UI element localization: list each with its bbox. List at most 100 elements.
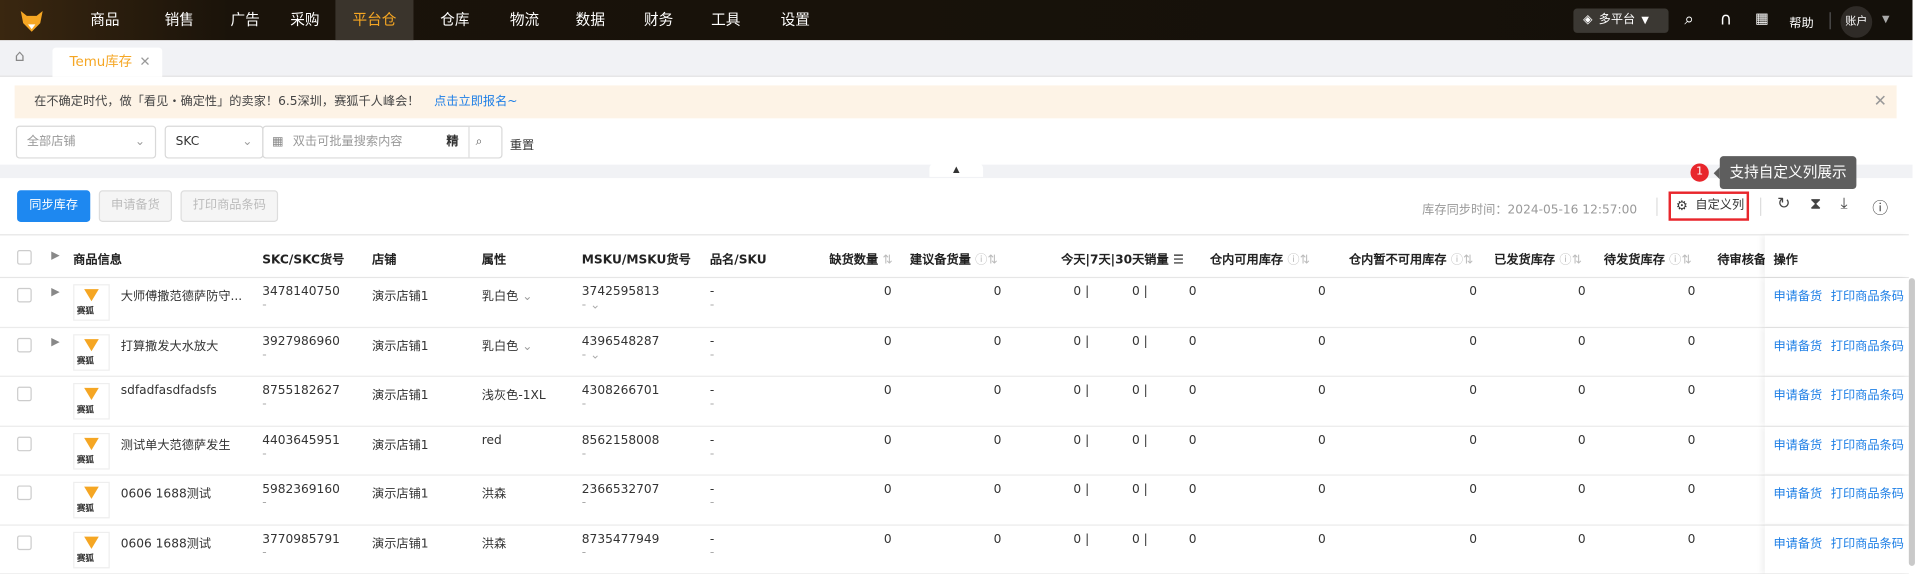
sort-icon[interactable]: ⇅ [987, 254, 997, 267]
fox-logo-icon[interactable] [20, 9, 44, 33]
nav-item[interactable]: 工具 [687, 0, 765, 40]
nav-item[interactable]: 采购 [266, 0, 344, 40]
cell-shipped: 0 [1577, 285, 1586, 299]
msku-code: - [581, 496, 587, 510]
row-checkbox[interactable] [17, 436, 32, 451]
print-barcode-link[interactable]: 打印商品条码 [1831, 389, 1904, 402]
reset-button[interactable]: 重置 [510, 134, 534, 152]
cell-sku: - [709, 334, 715, 349]
help-icon[interactable]: ⓘ [1872, 195, 1888, 218]
custom-columns-button[interactable]: ⚙ 自定义列 [1668, 191, 1750, 221]
nav-item[interactable]: 商品 [66, 0, 144, 40]
col-ops: 操作 [1764, 235, 1909, 277]
register-link[interactable]: 点击立即报名~ [434, 95, 517, 108]
row-checkbox[interactable] [17, 485, 32, 501]
refresh-icon[interactable]: ↻ [1777, 195, 1790, 213]
platform-switcher[interactable]: ◈ 多平台 ▼ [1573, 8, 1669, 33]
print-barcode-button[interactable]: 打印商品条码 [180, 190, 279, 222]
search-input[interactable]: ▦ 双击可批量搜索内容 精 ⌕ [262, 125, 503, 159]
apply-stock-link[interactable]: 申请备货 [1773, 340, 1822, 353]
caret-down-icon[interactable]: ▼ [1882, 13, 1890, 24]
apply-stock-link[interactable]: 申请备货 [1773, 438, 1822, 451]
row-checkbox[interactable] [17, 534, 32, 550]
print-barcode-link[interactable]: 打印商品条码 [1831, 537, 1904, 550]
select-all-checkbox[interactable] [17, 250, 32, 265]
search-icon[interactable]: ⌕ [1684, 10, 1694, 30]
close-icon[interactable]: ✕ [1874, 85, 1887, 118]
col-suggest[interactable]: 建议备货量 ⓘ⇅ [910, 249, 998, 267]
search-type-select[interactable]: SKC ⌄ [164, 125, 264, 159]
cell-msku: 4396548287 [581, 334, 660, 349]
expand-row-icon[interactable]: ▶ [51, 336, 59, 348]
nav-item[interactable]: 设置 [756, 0, 834, 40]
account-avatar[interactable]: 账户 [1840, 6, 1873, 38]
search-icon[interactable]: ⌕ [468, 126, 483, 158]
apply-stock-link[interactable]: 申请备货 [1773, 537, 1822, 550]
row-checkbox[interactable] [17, 337, 32, 352]
store-select[interactable]: 全部店铺 ⌄ [15, 125, 157, 159]
sort-icon[interactable]: ⇅ [1681, 254, 1691, 267]
cell-avail: 0 [1318, 433, 1326, 448]
cell-pending: 0 [1687, 384, 1696, 398]
row-checkbox[interactable] [17, 287, 32, 303]
help-icon: ⓘ [1450, 253, 1464, 268]
cell-sku: - [709, 483, 715, 497]
tab-temu-inventory[interactable]: Temu库存 ✕ [52, 47, 163, 77]
sort-icon[interactable]: ⇅ [1463, 254, 1473, 267]
precise-toggle[interactable]: 精 [446, 127, 458, 157]
col-sales[interactable]: 今天|7天|30天销量 ☰ [1061, 249, 1184, 267]
cell-d30: 0 [1188, 384, 1197, 398]
col-pending[interactable]: 待发货库存 ⓘ⇅ [1604, 249, 1692, 267]
home-icon[interactable]: ⌂ [15, 48, 25, 66]
print-barcode-link[interactable]: 打印商品条码 [1831, 290, 1904, 303]
sku-code: - [709, 397, 715, 412]
sort-icon[interactable]: ⇅ [882, 254, 892, 267]
vertical-scrollbar[interactable] [1908, 278, 1915, 566]
print-barcode-link[interactable]: 打印商品条码 [1831, 438, 1904, 451]
apply-stock-link[interactable]: 申请备货 [1773, 389, 1822, 402]
sku-code: - [709, 545, 715, 560]
expand-row-icon[interactable]: ▶ [51, 287, 59, 299]
apps-grid-icon[interactable]: ▦ [1755, 10, 1769, 27]
nav-item[interactable]: 平台仓 [335, 0, 414, 41]
nav-item[interactable]: 数据 [551, 0, 629, 40]
cell-avail: 0 [1318, 532, 1326, 546]
col-available[interactable]: 仓内可用库存 ⓘ⇅ [1210, 249, 1310, 267]
col-shortage[interactable]: 缺货数量 ⇅ [829, 249, 892, 267]
download-icon[interactable]: ⤓ [1841, 195, 1848, 213]
cell-store: 演示店铺1 [372, 339, 429, 354]
sync-inventory-button[interactable]: 同步库存 [17, 190, 91, 222]
row-checkbox[interactable] [17, 386, 32, 402]
sort-icon[interactable]: ⇅ [1572, 254, 1582, 267]
cell-name: 测试单大范德萨发生 [120, 438, 231, 452]
skc-code: - [262, 397, 267, 412]
col-unavailable[interactable]: 仓内暂不可用库存 ⓘ⇅ [1349, 249, 1473, 267]
expand-all-icon[interactable]: ▶ [51, 250, 59, 262]
row-actions: 申请备货 打印商品条码 [1764, 327, 1909, 376]
sku-code: - [709, 447, 715, 461]
row-actions: 申请备货 打印商品条码 [1764, 278, 1909, 327]
chevron-down-icon[interactable]: ⌄ [590, 348, 600, 361]
cell-7d: 0 | [1131, 532, 1148, 546]
promo-banner: 在不确定时代，做「看见・确定性」的卖家！6.5深圳，赛狐千人峰会！ 点击立即报名~… [14, 85, 1897, 119]
apply-stock-link[interactable]: 申请备货 [1773, 290, 1822, 303]
msku-code: - ⌄ [581, 298, 601, 313]
cell-name: sdfadfasdfadsfs [120, 384, 217, 398]
hourglass-icon[interactable]: ⧗ [1810, 195, 1821, 213]
print-barcode-link[interactable]: 打印商品条码 [1831, 488, 1904, 501]
cell-d30: 0 [1188, 334, 1197, 349]
chevron-down-icon[interactable]: ⌄ [522, 290, 532, 303]
collapse-filters-icon[interactable]: ▲ [929, 163, 984, 177]
headset-icon[interactable]: ∩ [1720, 10, 1733, 30]
sort-list-icon[interactable]: ☰ [1173, 254, 1184, 267]
nav-item[interactable]: 仓库 [416, 0, 494, 40]
sort-icon[interactable]: ⇅ [1300, 254, 1310, 267]
chevron-down-icon[interactable]: ⌄ [590, 299, 600, 312]
print-barcode-link[interactable]: 打印商品条码 [1831, 340, 1904, 353]
help-link[interactable]: 帮助 [1789, 12, 1813, 30]
col-shipped[interactable]: 已发货库存 ⓘ⇅ [1494, 249, 1582, 267]
chevron-down-icon[interactable]: ⌄ [522, 340, 532, 353]
close-icon[interactable]: ✕ [139, 54, 150, 70]
apply-stock-link[interactable]: 申请备货 [1773, 488, 1822, 501]
apply-stock-button[interactable]: 申请备货 [98, 190, 172, 222]
